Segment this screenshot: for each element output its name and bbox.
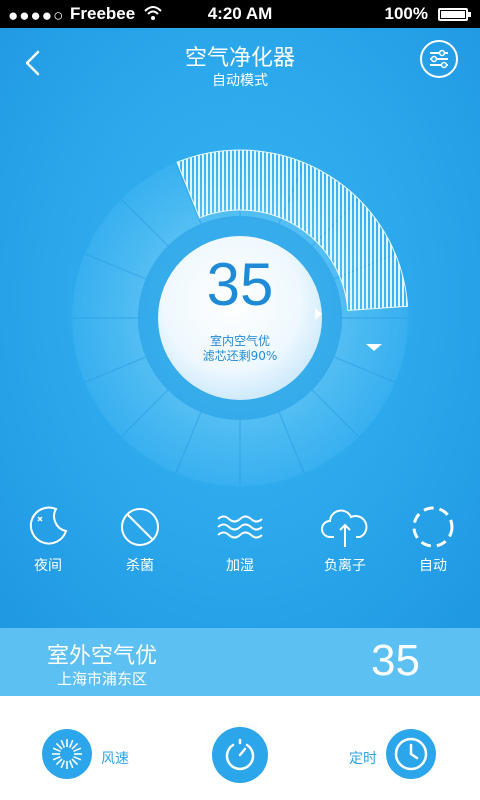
mode-auto[interactable]: 自动 bbox=[393, 505, 473, 575]
outdoor-air-status: 室外空气优 bbox=[47, 644, 158, 669]
timer-label: 定时 bbox=[349, 751, 377, 767]
cloud-upload-icon bbox=[321, 509, 368, 547]
clock-icon bbox=[394, 737, 428, 771]
page-subtitle: 自动模式 bbox=[212, 73, 268, 89]
battery-icon bbox=[438, 8, 471, 21]
fan-blade bbox=[60, 760, 66, 769]
fan-blade bbox=[52, 755, 61, 761]
fan-blade bbox=[68, 760, 74, 769]
bottom-control-bar: 风速 定时 bbox=[0, 696, 480, 800]
fan-icon bbox=[52, 739, 82, 769]
mode-night[interactable]: 夜间 bbox=[8, 505, 88, 575]
fan-blade bbox=[68, 739, 74, 748]
mode-night-label: 夜间 bbox=[34, 558, 62, 574]
battery-percent: 100% bbox=[384, 4, 428, 23]
fan-blade bbox=[71, 758, 79, 766]
fan-blade bbox=[55, 742, 63, 750]
page-title: 空气净化器 bbox=[184, 46, 295, 71]
outdoor-air-bar: 室外空气优 上海市浦东区 35 bbox=[0, 628, 480, 696]
settings-button[interactable] bbox=[420, 40, 458, 78]
mode-sterilize[interactable]: 杀菌 bbox=[100, 505, 180, 575]
mode-auto-label: 自动 bbox=[419, 558, 447, 574]
mode-row: 夜间 杀菌 加湿 负离子 自动 bbox=[0, 505, 480, 595]
moon-icon bbox=[29, 506, 68, 545]
fan-blade bbox=[71, 742, 79, 750]
outdoor-location: 上海市浦东区 bbox=[57, 670, 148, 688]
timer-button[interactable] bbox=[386, 729, 436, 779]
mode-humidify[interactable]: 加湿 bbox=[200, 505, 280, 575]
fan-blade bbox=[55, 758, 63, 766]
sliders-icon bbox=[430, 49, 448, 69]
wind-speed-label: 风速 bbox=[101, 751, 129, 767]
fan-blade bbox=[73, 747, 82, 753]
fan-blade bbox=[73, 755, 82, 761]
status-bar: ●●●●○ Freebee 4:20 AM 100% bbox=[0, 0, 480, 28]
fan-blade bbox=[60, 739, 66, 748]
mode-anion[interactable]: 负离子 bbox=[305, 505, 385, 575]
wind-speed-button[interactable] bbox=[42, 729, 92, 779]
mode-anion-label: 负离子 bbox=[324, 558, 366, 574]
mode-sterilize-label: 杀菌 bbox=[126, 558, 154, 574]
dashed-circle-icon bbox=[412, 506, 454, 548]
air-quality-dial[interactable] bbox=[70, 148, 410, 488]
indoor-aqi-value: 35 bbox=[206, 251, 274, 318]
filter-remaining: 滤芯还剩90% bbox=[202, 349, 278, 363]
mode-humidify-label: 加湿 bbox=[226, 558, 254, 574]
fan-blade bbox=[52, 747, 61, 753]
power-icon bbox=[225, 738, 255, 771]
waves-icon bbox=[217, 515, 263, 539]
sterilize-icon bbox=[121, 508, 159, 546]
power-button[interactable] bbox=[212, 727, 268, 783]
outdoor-aqi-value: 35 bbox=[371, 636, 420, 685]
